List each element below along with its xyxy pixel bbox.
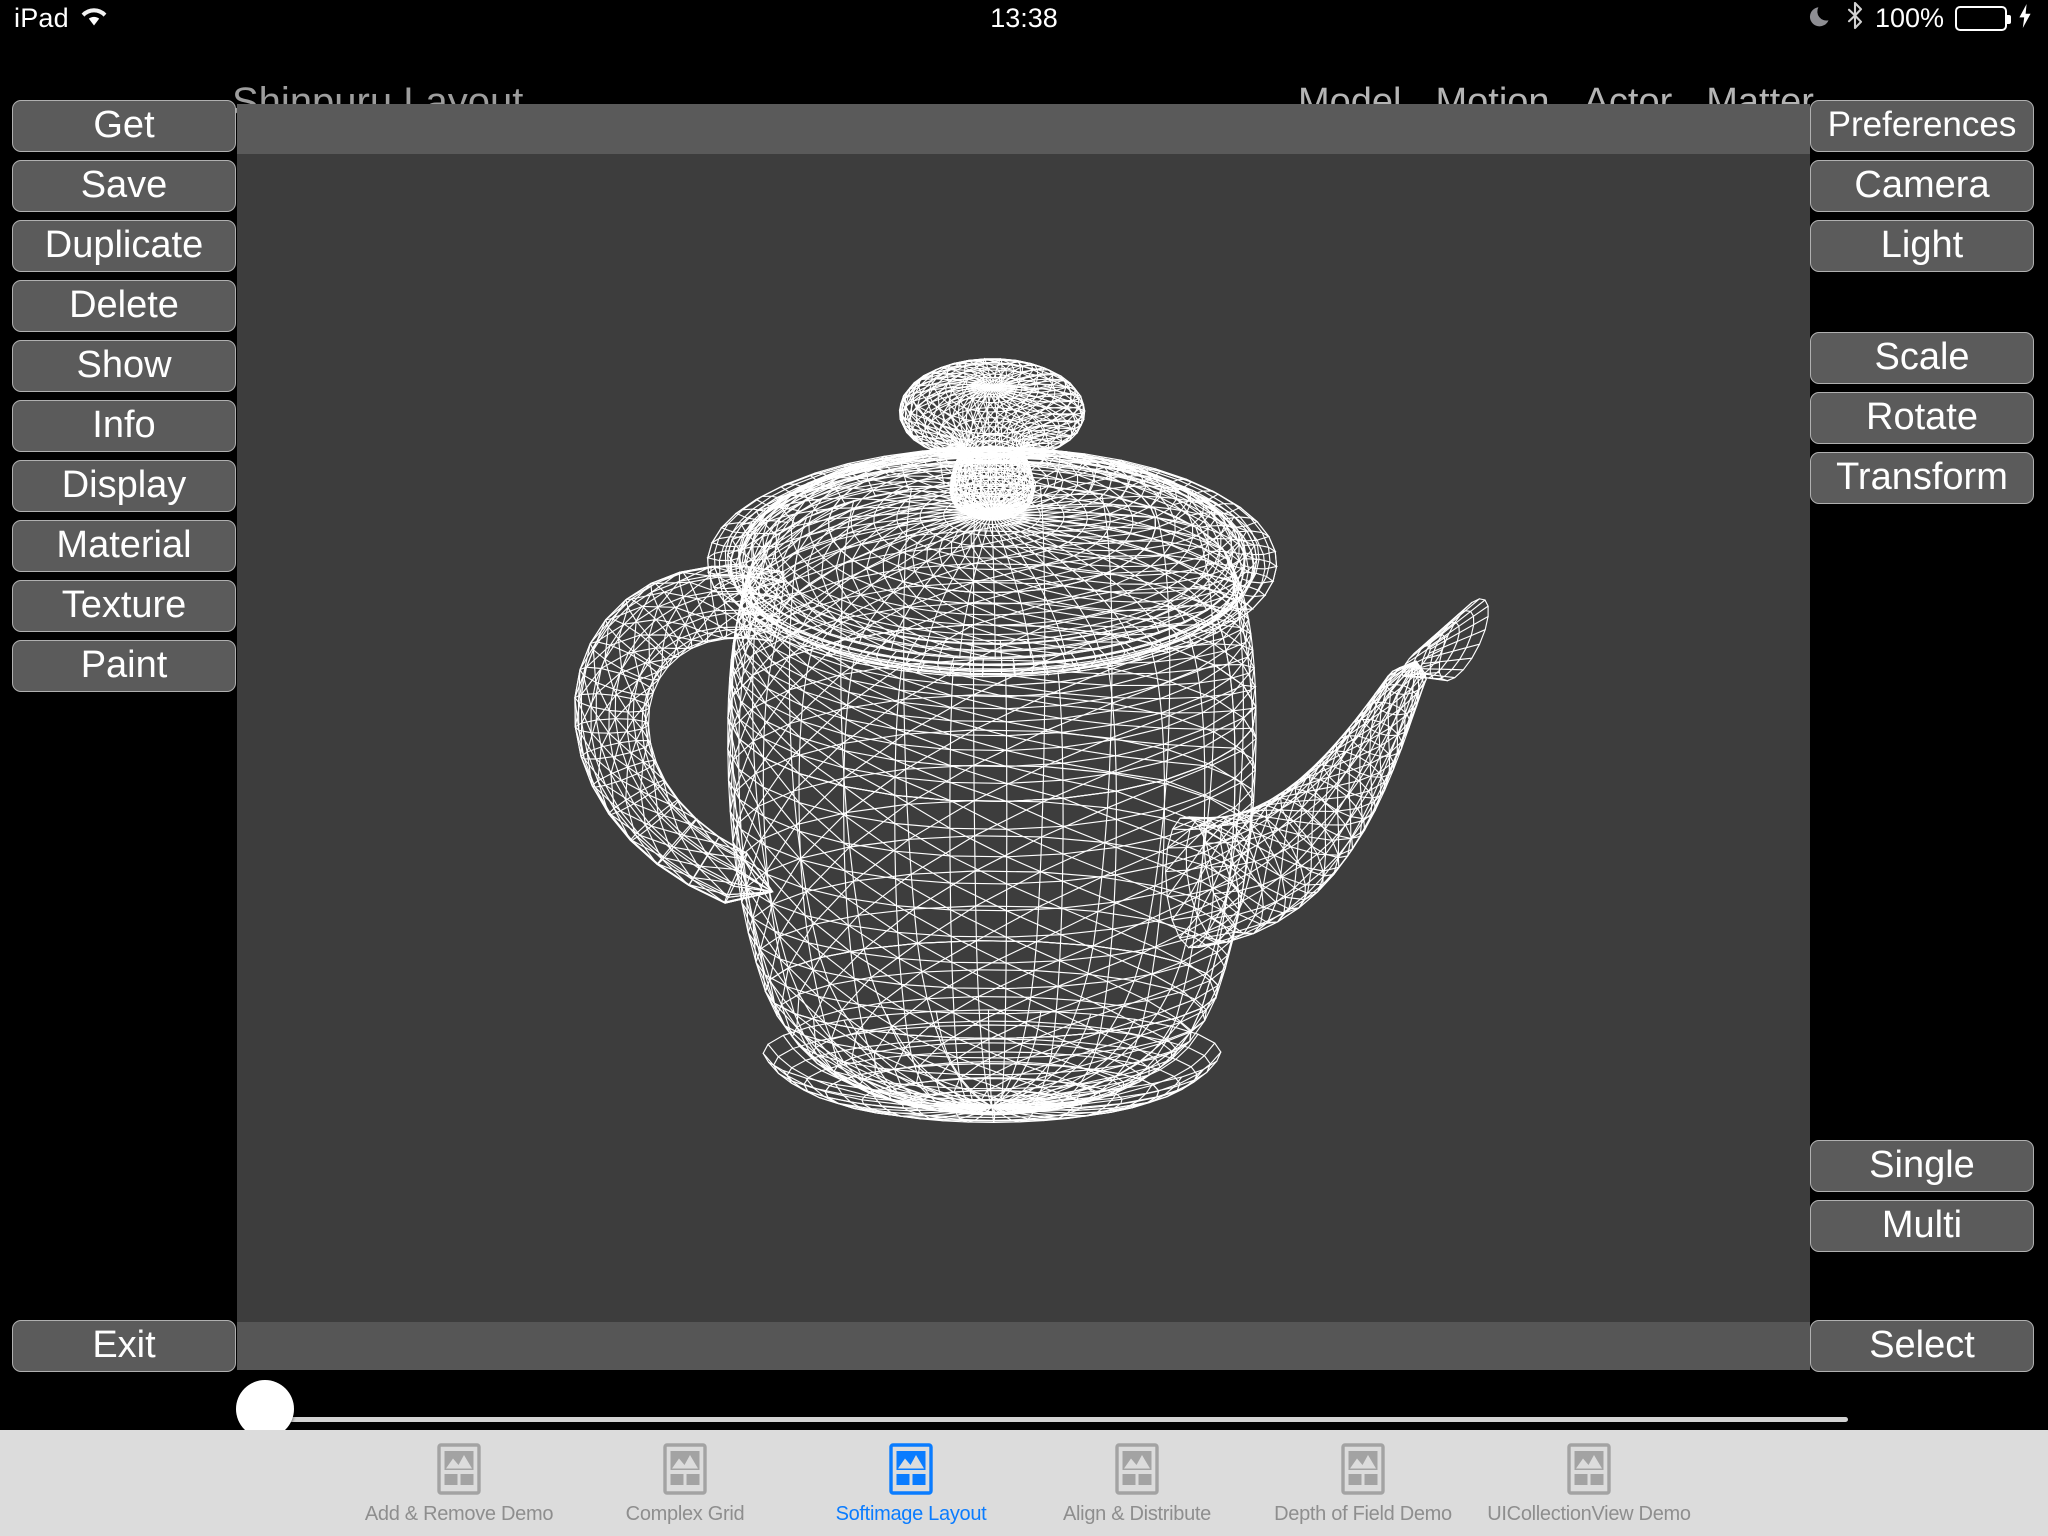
multi-button[interactable]: Multi — [1810, 1200, 2034, 1252]
viewport-header-bar — [237, 104, 1810, 154]
exit-button-container: Exit — [12, 1320, 236, 1372]
bluetooth-icon — [1846, 1, 1864, 35]
battery-percent-label: 100% — [1874, 3, 1944, 33]
selection-mode-group: Single Multi — [1810, 1140, 2034, 1252]
gallery-icon — [1109, 1441, 1165, 1497]
get-button[interactable]: Get — [12, 100, 236, 152]
delete-button[interactable]: Delete — [12, 280, 236, 332]
gallery-icon — [883, 1441, 939, 1497]
right-toolbar: Preferences Camera Light Scale Rotate Tr… — [1810, 100, 2034, 504]
preferences-button[interactable]: Preferences — [1810, 100, 2034, 152]
3d-viewport[interactable] — [237, 104, 1810, 1370]
paint-button[interactable]: Paint — [12, 640, 236, 692]
tab-softimage-layout[interactable]: Softimage Layout — [798, 1430, 1024, 1536]
viewport-canvas[interactable] — [237, 154, 1810, 1322]
tab-add-and-remove-demo[interactable]: Add & Remove Demo — [346, 1430, 572, 1536]
tab-label: Add & Remove Demo — [364, 1503, 554, 1525]
gallery-icon — [1335, 1441, 1391, 1497]
gallery-icon — [1561, 1441, 1617, 1497]
scale-button[interactable]: Scale — [1810, 332, 2034, 384]
select-button[interactable]: Select — [1810, 1320, 2034, 1372]
left-toolbar: Get Save Duplicate Delete Show Info Disp… — [12, 100, 236, 692]
moon-icon — [1809, 3, 1835, 34]
tab-label: Complex Grid — [625, 1503, 745, 1525]
tab-uicollectionview-demo[interactable]: UICollectionView Demo — [1476, 1430, 1702, 1536]
exit-button[interactable]: Exit — [12, 1320, 236, 1372]
battery-icon — [1955, 5, 2011, 31]
tab-align-and-distribute[interactable]: Align & Distribute — [1024, 1430, 1250, 1536]
gallery-icon — [657, 1441, 713, 1497]
tab-complex-grid[interactable]: Complex Grid — [572, 1430, 798, 1536]
navigation-bar: Shinpuru Layout Model Motion Actor Matte… — [0, 36, 2048, 124]
rail-spacer — [1810, 272, 2034, 332]
display-button[interactable]: Display — [12, 460, 236, 512]
duplicate-button[interactable]: Duplicate — [12, 220, 236, 272]
lightning-bolt-icon — [2018, 3, 2032, 34]
rotate-button[interactable]: Rotate — [1810, 392, 2034, 444]
gallery-icon — [431, 1441, 487, 1497]
slider-track[interactable] — [270, 1417, 1848, 1422]
save-button[interactable]: Save — [12, 160, 236, 212]
tab-label: Depth of Field Demo — [1274, 1503, 1452, 1525]
status-bar-right: 100% — [1809, 1, 2032, 35]
select-button-container: Select — [1810, 1320, 2034, 1372]
viewport-footer-bar — [237, 1322, 1810, 1370]
tab-label: UICollectionView Demo — [1487, 1503, 1691, 1525]
status-bar: iPad 13:38 100% — [0, 0, 2048, 36]
show-button[interactable]: Show — [12, 340, 236, 392]
texture-button[interactable]: Texture — [12, 580, 236, 632]
info-button[interactable]: Info — [12, 400, 236, 452]
tab-label: Softimage Layout — [835, 1503, 987, 1525]
light-button[interactable]: Light — [1810, 220, 2034, 272]
status-bar-clock: 13:38 — [990, 3, 1058, 33]
app-root: iPad 13:38 100% Shinpuru Layout Model Mo… — [0, 0, 2048, 1536]
tab-depth-of-field-demo[interactable]: Depth of Field Demo — [1250, 1430, 1476, 1536]
teapot-wireframe — [574, 357, 1489, 1123]
tab-label: Align & Distribute — [1063, 1503, 1211, 1525]
transform-button[interactable]: Transform — [1810, 452, 2034, 504]
camera-button[interactable]: Camera — [1810, 160, 2034, 212]
material-button[interactable]: Material — [12, 520, 236, 572]
single-button[interactable]: Single — [1810, 1140, 2034, 1192]
tab-bar: Add & Remove Demo Complex Grid Softimage… — [0, 1430, 2048, 1536]
